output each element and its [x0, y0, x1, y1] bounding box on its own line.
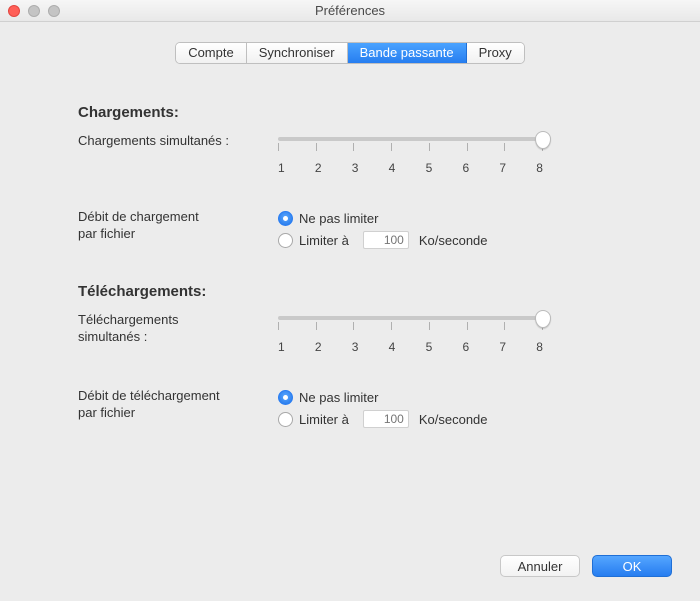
downloads-rate-input[interactable]	[363, 410, 409, 428]
tab-bande-passante[interactable]: Bande passante	[348, 43, 467, 63]
downloads-slider-labels: 1 2 3 4 5 6 7 8	[278, 340, 543, 354]
slider-thumb-icon[interactable]	[535, 131, 551, 149]
uploads-rate-label: Débit de chargement par fichier	[78, 207, 278, 243]
tab-bar: Compte Synchroniser Bande passante Proxy	[175, 42, 525, 64]
footer: Annuler OK	[8, 555, 692, 593]
downloads-simultaneous-label: Téléchargements simultanés :	[78, 310, 278, 346]
content: Compte Synchroniser Bande passante Proxy…	[0, 22, 700, 601]
ok-button[interactable]: OK	[592, 555, 672, 577]
close-icon[interactable]	[8, 5, 20, 17]
slider-ticks	[278, 143, 543, 151]
uploads-rate-limit-radio[interactable]	[278, 233, 293, 248]
zoom-icon[interactable]	[48, 5, 60, 17]
downloads-simultaneous-slider[interactable]	[278, 310, 543, 334]
tab-compte[interactable]: Compte	[176, 43, 247, 63]
panel-bande-passante: Chargements: Chargements simultanés : 1 …	[8, 104, 692, 555]
cancel-button[interactable]: Annuler	[500, 555, 580, 577]
uploads-simultaneous-label: Chargements simultanés :	[78, 131, 278, 150]
titlebar: Préférences	[0, 0, 700, 22]
downloads-heading: Téléchargements:	[78, 283, 622, 300]
minimize-icon[interactable]	[28, 5, 40, 17]
uploads-rate-limit-label: Limiter à	[299, 233, 349, 248]
uploads-rate-nolimit-label: Ne pas limiter	[299, 211, 378, 226]
slider-track-line	[278, 316, 543, 320]
tab-proxy[interactable]: Proxy	[467, 43, 524, 63]
slider-thumb-icon[interactable]	[535, 310, 551, 328]
downloads-rate-label: Débit de téléchargement par fichier	[78, 386, 278, 422]
downloads-rate-unit: Ko/seconde	[419, 412, 488, 427]
slider-ticks	[278, 322, 543, 330]
window-title: Préférences	[0, 3, 700, 18]
downloads-rate-nolimit-radio[interactable]	[278, 390, 293, 405]
downloads-rate-nolimit-label: Ne pas limiter	[299, 390, 378, 405]
downloads-rate-limit-radio[interactable]	[278, 412, 293, 427]
uploads-rate-nolimit-radio[interactable]	[278, 211, 293, 226]
uploads-heading: Chargements:	[78, 104, 622, 121]
window-controls	[0, 5, 60, 17]
uploads-simultaneous-slider[interactable]	[278, 131, 543, 155]
uploads-rate-input[interactable]	[363, 231, 409, 249]
uploads-slider-labels: 1 2 3 4 5 6 7 8	[278, 161, 543, 175]
slider-track-line	[278, 137, 543, 141]
tab-synchroniser[interactable]: Synchroniser	[247, 43, 348, 63]
downloads-rate-limit-label: Limiter à	[299, 412, 349, 427]
uploads-rate-unit: Ko/seconde	[419, 233, 488, 248]
